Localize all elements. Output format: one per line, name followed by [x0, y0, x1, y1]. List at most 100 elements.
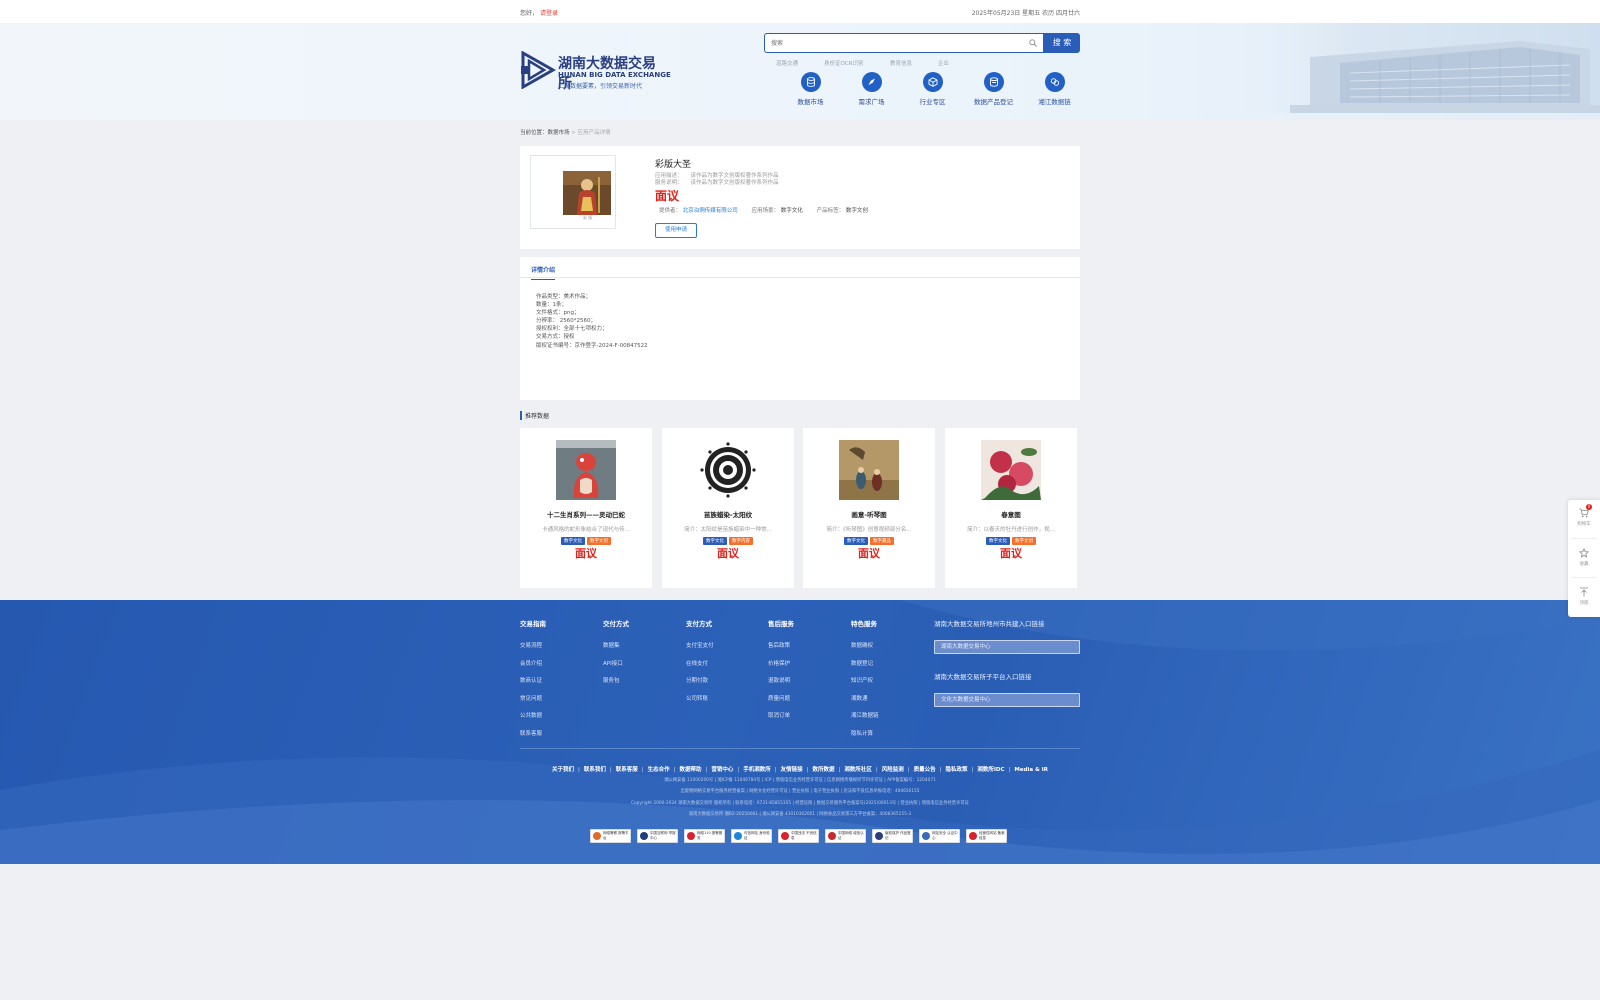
card-tags: 数字文化 数字内容	[662, 537, 794, 545]
recommend-card[interactable]: 春意图 简介：以春天的牡丹进行创作，视... 数字文化 数字文创 面议	[945, 428, 1077, 588]
footer-bottom-link[interactable]: 隐私政策	[945, 767, 967, 773]
apply-button[interactable]: 使用申请	[655, 223, 697, 238]
footer-bottom-link[interactable]: 数据帮助	[679, 767, 701, 773]
search-input[interactable]	[771, 38, 1021, 48]
cert-badge[interactable]: 版权保护 作品登记	[872, 829, 913, 843]
footer-link[interactable]: 取消订单	[768, 711, 794, 729]
footer-bottom-link[interactable]: 营销中心	[711, 767, 733, 773]
footer-link[interactable]: 交易流程	[520, 641, 546, 659]
portal-select-city[interactable]: 湖南大数据交易中心	[934, 640, 1080, 654]
logo-mark-icon	[521, 51, 556, 89]
footer-bottom-link[interactable]: 友情链接	[781, 767, 803, 773]
footer-bottom-link[interactable]: 手机湘数所	[743, 767, 771, 773]
favorite-label: 收藏	[1579, 562, 1589, 567]
card-price: 面议	[717, 547, 739, 560]
badge-label: 网站安全 认证中心	[932, 831, 958, 840]
cert-badge[interactable]: 网络警察 报警平台	[590, 829, 631, 843]
footer-link[interactable]: 公司转账	[686, 694, 714, 712]
card-desc: 简介：《听琴图》创意视频部分名...	[826, 527, 912, 533]
tab-detail-intro[interactable]: 详情介绍	[531, 265, 556, 280]
provider-link[interactable]: 北京泊侗传媒有限公司	[683, 208, 738, 214]
breadcrumb-market[interactable]: 数据市场	[548, 130, 570, 136]
hot-keyword[interactable]: 教育信息	[890, 59, 938, 67]
hot-keyword[interactable]: 企业	[938, 59, 986, 67]
footer-link[interactable]: 服务包	[603, 676, 629, 694]
divider	[1571, 538, 1597, 539]
footer-link[interactable]: 联系客服	[520, 729, 546, 747]
footer-link[interactable]: 售后政策	[768, 641, 794, 659]
nav-product-register[interactable]: 数据产品登记	[963, 72, 1024, 106]
card-image	[698, 440, 758, 500]
nav-xiangjiang-chain[interactable]: 湘江数据链	[1024, 72, 1085, 106]
footer-link[interactable]: 分期付款	[686, 676, 714, 694]
footer-bottom-link[interactable]: 湘数所IDC	[977, 767, 1004, 773]
footer-bottom-link[interactable]: Media & IR	[1014, 767, 1048, 773]
recommend-card[interactable]: 画意-听琴图 简介：《听琴图》创意视频部分名... 数字文化 数字藏品 面议	[803, 428, 935, 588]
product-thumbnail[interactable]: 彩 版	[530, 155, 616, 229]
favorite-button[interactable]: 收藏	[1568, 540, 1600, 576]
search-icon[interactable]	[1029, 39, 1037, 47]
nav-demand-square[interactable]: 需求广场	[841, 72, 902, 106]
detail-content: 作品类型：美术作品； 数量：1条； 文件格式：png； 分辨率： 2560*25…	[536, 293, 648, 350]
footer-bottom-link[interactable]: 关于我们	[552, 767, 574, 773]
nav-label: 数据产品登记	[974, 98, 1013, 106]
footer-bottom-link[interactable]: 联系客服	[616, 767, 638, 773]
footer-bottom-link[interactable]: 数所数据	[812, 767, 834, 773]
hot-keyword[interactable]: 身份证OCR识别	[824, 59, 890, 67]
footer-link[interactable]: 常见问题	[520, 694, 546, 712]
cert-badge[interactable]: 中国违法 不良信息	[778, 829, 819, 843]
nav-label: 需求广场	[858, 98, 885, 106]
back-to-top-button[interactable]: 顶部	[1568, 579, 1600, 615]
recommend-card[interactable]: 苗族蜡染-太阳纹 简介：太阳纹是苗族蜡染中一种常... 数字文化 数字内容 面议	[662, 428, 794, 588]
cert-badge[interactable]: 网络110 报警服务	[684, 829, 725, 843]
footer-link[interactable]: 知识产权	[851, 676, 879, 694]
database-icon	[800, 72, 821, 92]
card-tag: 数字文化	[703, 537, 728, 545]
cart-count-badge: 0	[1586, 504, 1592, 510]
site-logo[interactable]: 湖南大数据交易所 HUNAN BIG DATA EXCHANGE 汇聚数据要素，…	[520, 51, 671, 92]
footer-link[interactable]: 湘江数据链	[851, 711, 879, 729]
search-button[interactable]: 搜 索	[1044, 33, 1080, 53]
product-price: 面议	[655, 189, 680, 203]
footer-bottom-link[interactable]: 风险监测	[882, 767, 904, 773]
portal-title: 湖南大数据交易所子平台入口链接	[934, 673, 1032, 681]
footer-link[interactable]: 公共数据	[520, 711, 546, 729]
footer-bottom-link[interactable]: 质量公告	[914, 767, 936, 773]
nav-data-market[interactable]: 数据市场	[780, 72, 841, 106]
footer-bottom-link[interactable]: 生态合作	[648, 767, 670, 773]
footer-link[interactable]: 退款说明	[768, 676, 794, 694]
footer-link[interactable]: 隐私计算	[851, 729, 879, 747]
footer-bottom-link[interactable]: 湘数所社区	[844, 767, 872, 773]
card-title: 苗族蜡染-太阳纹	[703, 511, 753, 519]
nav-industry-zone[interactable]: 行业专区	[902, 72, 963, 106]
footer-link[interactable]: 数据登记	[851, 659, 879, 677]
badge-label: 中国互联网 举报中心	[650, 831, 676, 840]
footer-link[interactable]: 会员介绍	[520, 659, 546, 677]
footer-link[interactable]: API接口	[603, 659, 629, 677]
footer-bottom-link[interactable]: 联系我们	[584, 767, 606, 773]
cert-badge[interactable]: 中国网络 诚信认证	[825, 829, 866, 843]
detail-line: 授权权利：全部十七项权力；	[536, 326, 608, 333]
login-link[interactable]: 请登录	[540, 10, 558, 17]
footer-link[interactable]: 价格保护	[768, 659, 794, 677]
recommend-card[interactable]: 十二生肖系列——灵动巳蛇 卡通风格的蛇形象结合了现代与传... 数字文化 数字文…	[520, 428, 652, 588]
badge-label: 经营性网站 备案信息	[979, 831, 1005, 840]
cart-button[interactable]: 0 购物车	[1568, 500, 1600, 536]
cert-badge[interactable]: 可信网站 身份验证	[731, 829, 772, 843]
footer-link[interactable]: 湘数通	[851, 694, 879, 712]
hot-keyword[interactable]: 道路交通	[776, 59, 824, 67]
detail-line: 数量：1条；	[536, 302, 567, 309]
portal-select-subplatform[interactable]: 文化大数据交易中心	[934, 693, 1080, 707]
footer-link[interactable]: 数据集	[603, 641, 629, 659]
cert-badge[interactable]: 网站安全 认证中心	[919, 829, 960, 843]
cert-badge[interactable]: 经营性网站 备案信息	[966, 829, 1007, 843]
footer-link[interactable]: 数据确权	[851, 641, 879, 659]
footer-link[interactable]: 支付宝支付	[686, 641, 714, 659]
divider	[1571, 577, 1597, 578]
card-desc: 简介：以春天的牡丹进行创作，视...	[967, 527, 1055, 533]
footer-link[interactable]: 数商认证	[520, 676, 546, 694]
footer-link[interactable]: 质量问题	[768, 694, 794, 712]
footer-link[interactable]: 在线支付	[686, 659, 714, 677]
detail-line: 作品类型：美术作品；	[536, 294, 592, 300]
cert-badge[interactable]: 中国互联网 举报中心	[637, 829, 678, 843]
